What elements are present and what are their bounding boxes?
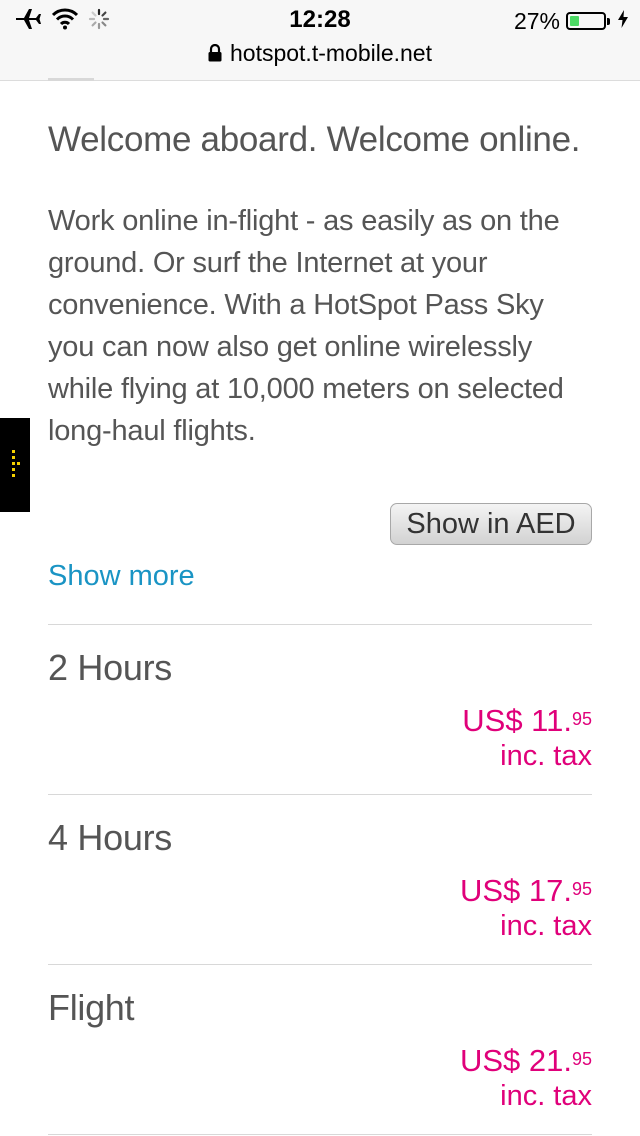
price-cents: 95: [571, 879, 592, 899]
show-more-link[interactable]: Show more: [48, 560, 195, 593]
battery-icon: [566, 12, 610, 30]
plan-price: US$ 17.95 inc. tax: [460, 873, 592, 943]
price-tax-note: inc. tax: [500, 910, 592, 942]
price-amount: US$ 21.: [459, 1043, 572, 1078]
page-title: Welcome aboard. Welcome online.: [48, 120, 581, 159]
address-bar[interactable]: hotspot.t-mobile.net: [0, 40, 640, 68]
plan-price: US$ 11.95 inc. tax: [462, 703, 592, 773]
scroll-divider: [48, 78, 94, 81]
status-bar-right: 27%: [514, 8, 628, 34]
plan-name: Flight: [48, 987, 135, 1028]
side-tab[interactable]: [0, 418, 30, 512]
plan-row[interactable]: Flight US$ 21.95 inc. tax: [48, 964, 592, 1134]
price-cents: 95: [571, 1049, 592, 1069]
battery-level: [570, 16, 579, 26]
plan-name: 4 Hours: [48, 817, 172, 858]
status-bar: 12:28 27% hotspot.t-mobile.net: [0, 0, 640, 81]
battery-percent: 27%: [513, 7, 560, 34]
plan-row[interactable]: 2 Hours US$ 11.95 inc. tax: [48, 624, 592, 794]
price-tax-note: inc. tax: [500, 740, 592, 772]
intro-text: Work online in-flight - as easily as on …: [48, 205, 564, 447]
price-amount: US$ 11.: [462, 703, 572, 738]
plan-row[interactable]: 4 Hours US$ 17.95 inc. tax: [48, 794, 592, 964]
dot-pattern-icon: [12, 450, 20, 477]
lock-icon: [208, 41, 222, 68]
plan-list: 2 Hours US$ 11.95 inc. tax 4 Hours US$ 1…: [48, 624, 592, 1135]
price-cents: 95: [571, 709, 592, 729]
charging-bolt-icon: [618, 9, 628, 33]
plan-name: 2 Hours: [48, 647, 172, 688]
list-divider: [48, 1134, 592, 1135]
plan-price: US$ 21.95 inc. tax: [460, 1043, 592, 1113]
show-in-aed-button[interactable]: Show in AED: [390, 503, 592, 545]
price-amount: US$ 17.: [459, 873, 572, 908]
price-tax-note: inc. tax: [500, 1080, 592, 1112]
url-text: hotspot.t-mobile.net: [229, 40, 432, 66]
